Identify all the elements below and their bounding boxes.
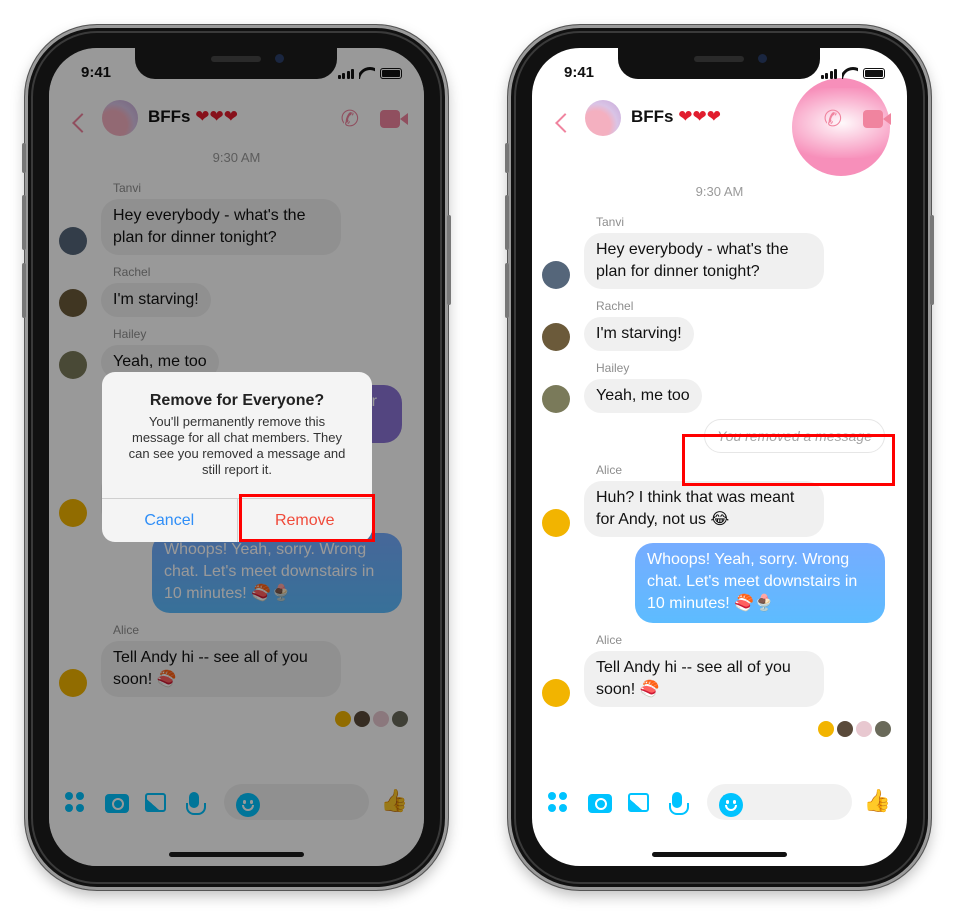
mute-switch [22,143,26,173]
status-icons [820,67,885,79]
side-button [447,215,451,305]
home-indicator[interactable] [652,852,787,857]
battery-icon [863,68,885,79]
message-bubble[interactable]: Huh? I think that was meant for Andy, no… [584,481,824,537]
camera-icon[interactable] [588,794,612,813]
avatar[interactable] [542,323,570,351]
left-phone: 9:41 BFFs ❤❤❤ ✆ 9:30 AM Tanvi Hey everybo… [22,25,451,890]
highlight-remove-button [239,494,375,542]
seen-avatar [837,721,853,737]
message-bubble[interactable]: Yeah, me too [584,379,702,413]
message-bubble[interactable]: I'm starving! [584,317,694,351]
message-bubble[interactable]: Tell Andy hi -- see all of you soon! 🍣 [584,651,824,707]
incoming-message[interactable]: Tell Andy hi -- see all of you soon! 🍣 [532,651,907,707]
incoming-message[interactable]: Hey everybody - what's the plan for dinn… [532,233,907,289]
status-time: 9:41 [564,64,595,81]
apps-grid-icon[interactable] [548,792,568,812]
incoming-message[interactable]: I'm starving! [532,317,907,351]
volume-up-button [505,195,509,250]
video-camera-icon[interactable] [863,110,891,128]
thumbs-up-icon[interactable]: 👍 [864,788,891,814]
sender-name: Rachel [596,299,634,313]
mute-switch [505,143,509,173]
cancel-button[interactable]: Cancel [102,499,238,542]
seen-avatar [875,721,891,737]
outgoing-message[interactable]: Whoops! Yeah, sorry. Wrong chat. Let's m… [532,543,907,623]
highlight-removed-message [682,434,895,486]
hearts-emoji: ❤❤❤ [678,107,721,126]
chat-header: BFFs ❤❤❤ ✆ [532,98,907,148]
volume-down-button [505,263,509,318]
avatar[interactable] [542,509,570,537]
timestamp: 9:30 AM [695,184,744,199]
phone-icon[interactable]: ✆ [824,106,842,132]
dialog-body: You'll permanently remove this message f… [128,414,346,477]
composer-bar: Aa 👍 [532,784,907,824]
read-receipts [532,721,907,737]
sender-name: Tanvi [596,215,625,229]
wifi-icon [842,67,858,79]
sender-name: Hailey [596,361,630,375]
screen: 9:41 BFFs ❤❤❤ ✆ 9:30 AM Tanvi Hey everybo… [49,48,424,866]
avatar[interactable] [542,679,570,707]
avatar[interactable] [542,385,570,413]
volume-down-button [22,263,26,318]
front-camera [275,54,284,63]
seen-avatar [818,721,834,737]
avatar[interactable] [542,261,570,289]
dialog-title: Remove for Everyone? [149,392,325,409]
message-input[interactable]: Aa [707,784,852,820]
incoming-message[interactable]: Yeah, me too [532,379,907,413]
notch [618,48,820,79]
incoming-message[interactable]: Huh? I think that was meant for Andy, no… [532,481,907,537]
message-bubble[interactable]: Whoops! Yeah, sorry. Wrong chat. Let's m… [635,543,885,623]
front-camera [758,54,767,63]
volume-up-button [22,195,26,250]
side-button [930,215,934,305]
seen-avatar [856,721,872,737]
sender-name: Alice [596,633,623,647]
group-avatar[interactable] [585,100,621,136]
microphone-icon[interactable] [669,792,689,815]
emoji-icon[interactable] [719,793,743,817]
back-chevron-icon[interactable] [555,113,575,133]
notch [135,48,337,79]
message-bubble[interactable]: Hey everybody - what's the plan for dinn… [584,233,824,289]
cellular-signal-icon [820,69,837,79]
chat-title[interactable]: BFFs ❤❤❤ [631,107,721,127]
image-icon[interactable] [628,793,649,812]
home-indicator[interactable] [169,852,304,857]
